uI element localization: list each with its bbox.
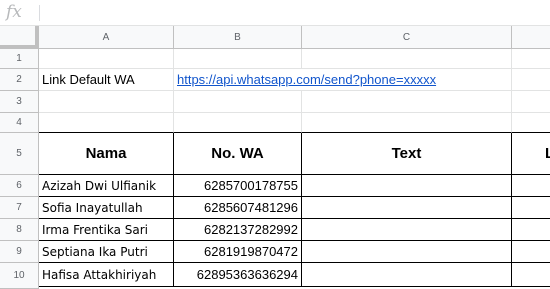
cell-a2-link-label[interactable]: Link Default WA [39,69,174,91]
cell-no-wa-4[interactable]: 6281919870472 [174,241,302,263]
row-header-10[interactable]: 10 [0,263,39,289]
cell-a3[interactable] [39,91,174,113]
row-header-1[interactable]: 1 [0,49,39,69]
cell-d3[interactable] [512,91,550,113]
cell-text-3[interactable] [302,219,512,241]
formula-bar-divider [39,5,40,21]
column-header-d[interactable] [512,26,550,49]
cell-a1[interactable] [39,49,174,69]
header-no-wa[interactable]: No. WA [174,133,302,175]
cell-c3[interactable] [302,91,512,113]
cell-nama-2[interactable]: Sofia Inayatullah [39,197,174,219]
row-header-9[interactable]: 9 [0,241,39,263]
formula-input[interactable] [44,3,544,23]
formula-bar: fx [0,0,550,26]
fx-icon: fx [6,2,22,22]
cell-c4[interactable] [302,113,512,133]
row-header-6[interactable]: 6 [0,175,39,197]
row-header-5[interactable]: 5 [0,133,39,175]
cell-b2-link-url[interactable]: https://api.whatsapp.com/send?phone=xxxx… [174,69,436,91]
cell-no-wa-1[interactable]: 6285700178755 [174,175,302,197]
cell-l-2[interactable] [512,197,550,219]
cell-no-wa-5[interactable]: 62895363636294 [174,263,302,287]
cell-text-1[interactable] [302,175,512,197]
select-all-corner[interactable] [0,26,39,49]
header-text[interactable]: Text [302,133,512,175]
column-header-b[interactable]: B [174,26,302,49]
column-header-a[interactable]: A [39,26,174,49]
header-l-partial[interactable]: L [512,133,550,175]
cell-text-4[interactable] [302,241,512,263]
cell-d2[interactable] [512,69,550,91]
row-header-7[interactable]: 7 [0,197,39,219]
cell-no-wa-2[interactable]: 6285607481296 [174,197,302,219]
cell-d4[interactable] [512,113,550,133]
cell-b4[interactable] [174,113,302,133]
cell-l-5[interactable] [512,263,550,287]
cell-l-3[interactable] [512,219,550,241]
cell-text-2[interactable] [302,197,512,219]
cell-l-1[interactable] [512,175,550,197]
row-header-4[interactable]: 4 [0,113,39,133]
cell-b3[interactable] [174,91,302,113]
cell-a4[interactable] [39,113,174,133]
cell-nama-5[interactable]: Hafisa Attakhiriyah [39,263,174,287]
cell-b1[interactable] [174,49,302,69]
cell-nama-4[interactable]: Septiana Ika Putri [39,241,174,263]
row-header-8[interactable]: 8 [0,219,39,241]
row-header-2[interactable]: 2 [0,69,39,91]
cell-no-wa-3[interactable]: 6282137282992 [174,219,302,241]
cell-c2[interactable] [302,69,512,91]
cell-l-4[interactable] [512,241,550,263]
column-header-c[interactable]: C [302,26,512,49]
cell-text-5[interactable] [302,263,512,287]
row-header-3[interactable]: 3 [0,91,39,113]
cell-nama-3[interactable]: Irma Frentika Sari [39,219,174,241]
header-nama[interactable]: Nama [39,133,174,175]
cell-c1[interactable] [302,49,512,69]
cell-d1[interactable] [512,49,550,69]
cell-nama-1[interactable]: Azizah Dwi Ulfianik [39,175,174,197]
